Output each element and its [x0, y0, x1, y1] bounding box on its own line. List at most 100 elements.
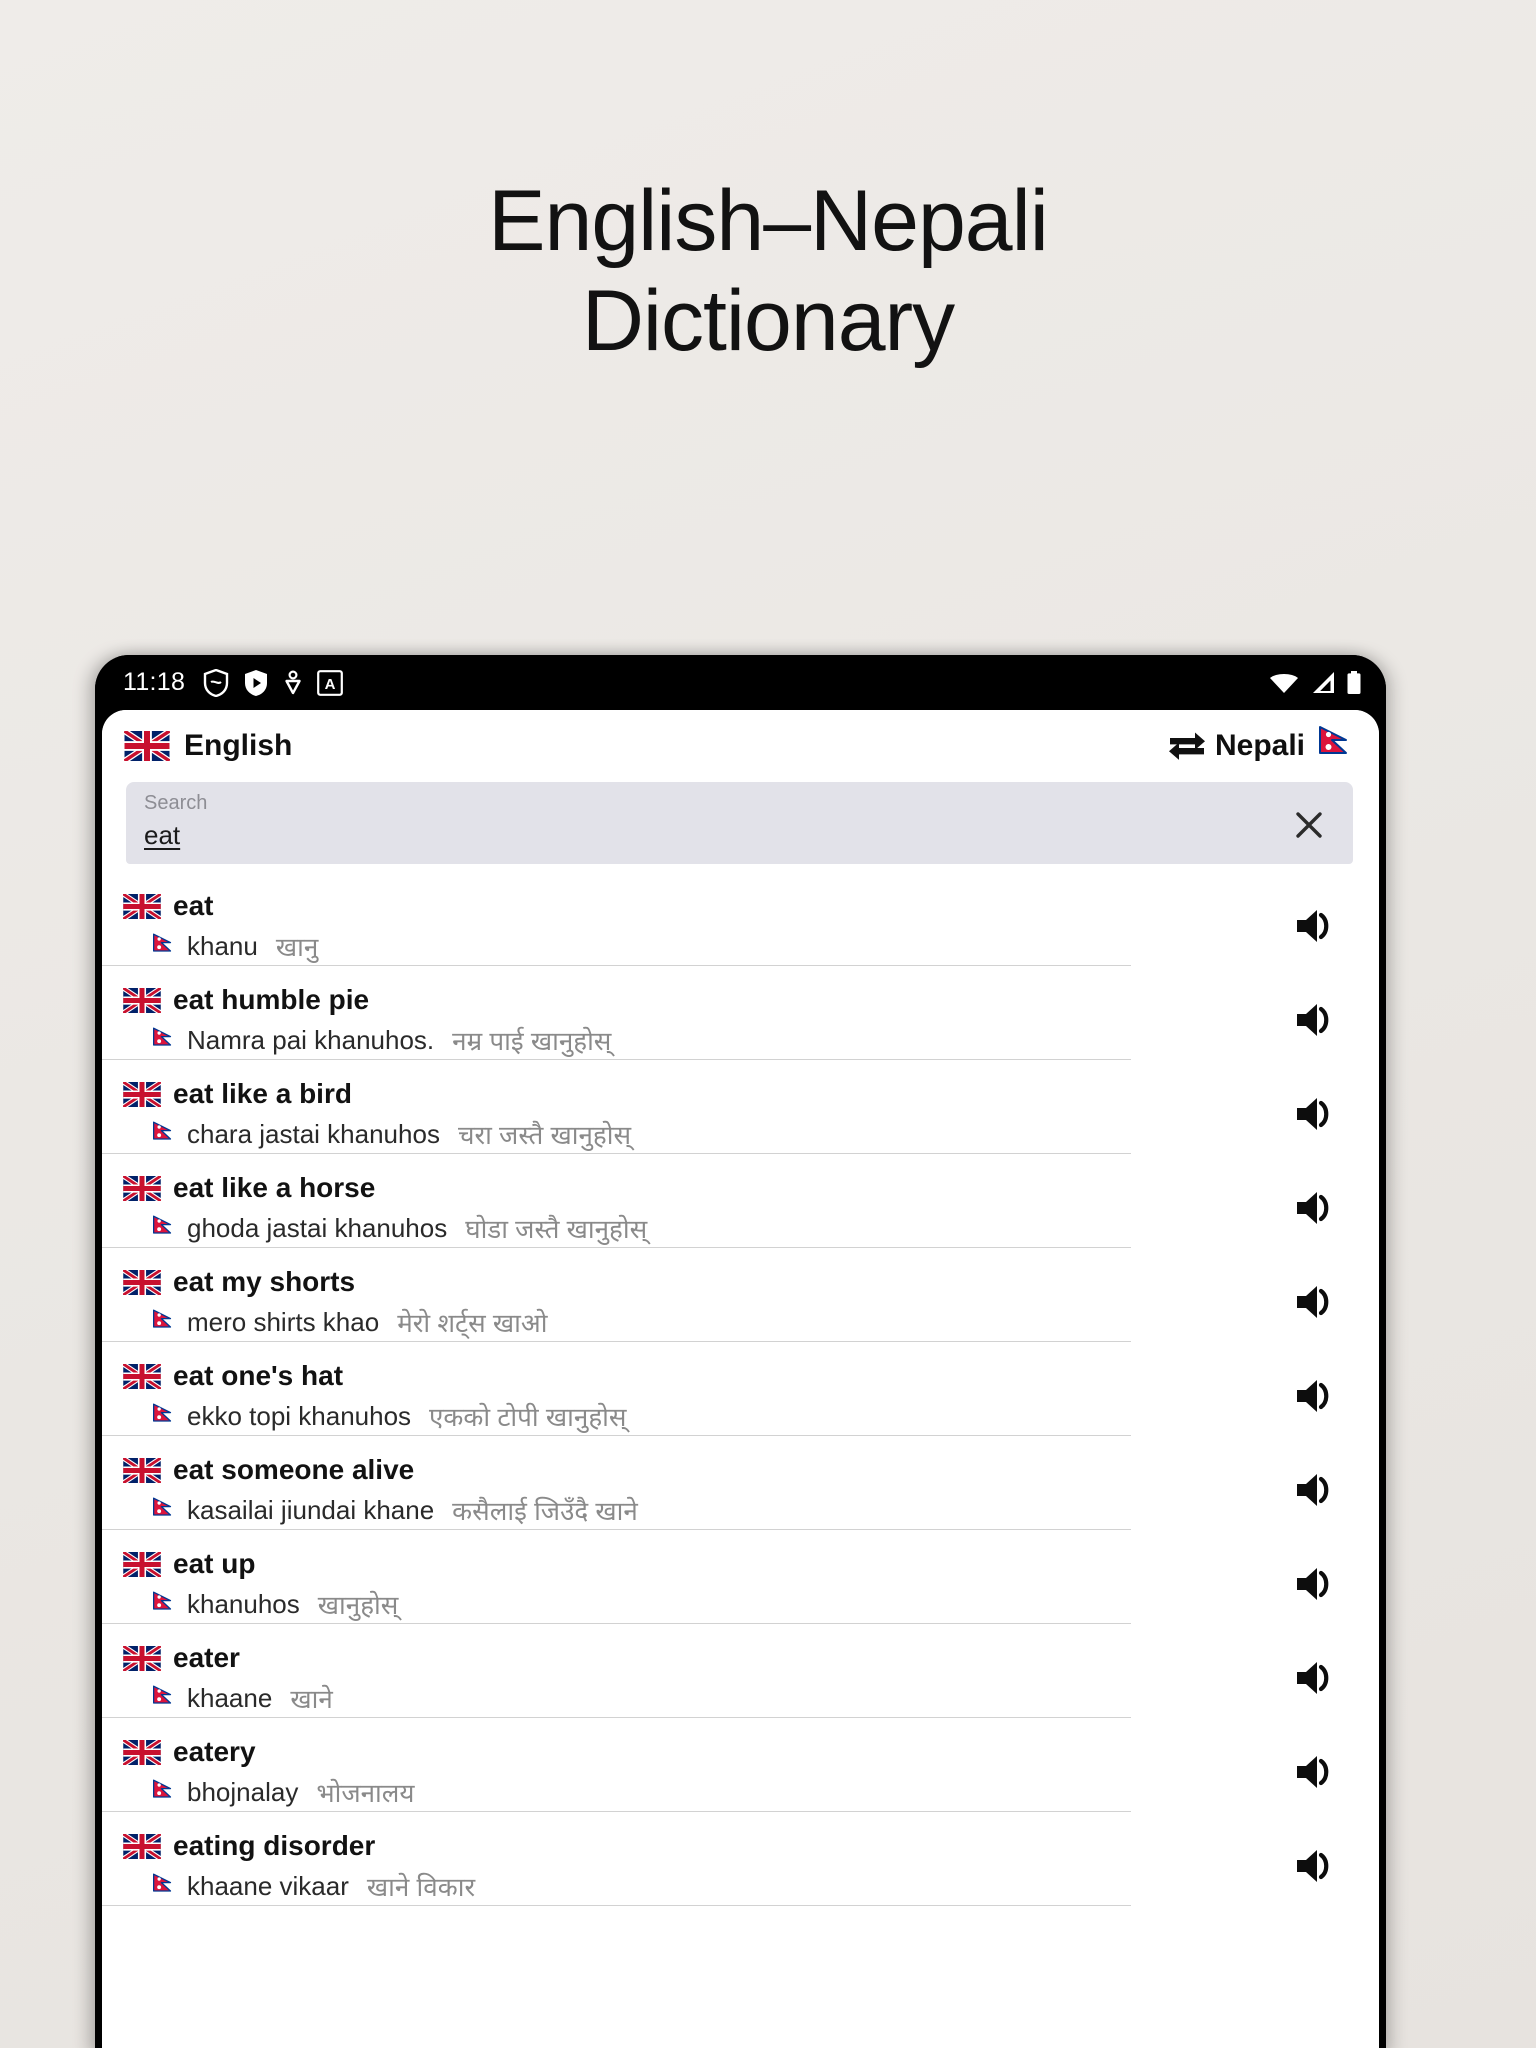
- table-row[interactable]: eat one's hat ekko topi khanuhos एकको टो…: [102, 1350, 1379, 1444]
- search-field[interactable]: Search eat: [126, 782, 1353, 864]
- uk-flag-icon: [124, 731, 170, 761]
- result-row-content: eatery bhojnalay भोजनालय: [102, 1732, 1255, 1812]
- table-row[interactable]: eat someone alive kasailai jiundai khane…: [102, 1444, 1379, 1538]
- result-romanized: khaane vikaar: [187, 1870, 349, 1901]
- table-row[interactable]: eat like a bird chara jastai khanuhos चर…: [102, 1068, 1379, 1162]
- target-language-label: Nepali: [1214, 729, 1305, 762]
- result-translation-line: Namra pai khanuhos. नम्र पाई खानुहोस्: [123, 1020, 1243, 1060]
- result-term: eat up: [173, 1548, 256, 1579]
- result-devanagari: खाने विकार: [366, 1872, 476, 1902]
- wifi-icon: [1270, 673, 1298, 693]
- play-pronunciation-button[interactable]: [1255, 886, 1379, 966]
- uk-flag-icon: [123, 987, 161, 1013]
- table-row[interactable]: eat like a horse ghoda jastai khanuhos घ…: [102, 1162, 1379, 1256]
- uk-flag-icon: [123, 1363, 161, 1389]
- result-devanagari: मेरो शर्ट्स खाओ: [397, 1308, 548, 1338]
- row-divider: [102, 1153, 1131, 1154]
- svg-text:A: A: [325, 676, 336, 693]
- table-row[interactable]: eat humble pie Namra pai khanuhos. नम्र …: [102, 974, 1379, 1068]
- clear-search-button[interactable]: [1283, 799, 1335, 851]
- table-row[interactable]: eatery bhojnalay भोजनालय: [102, 1726, 1379, 1820]
- result-translation-line: mero shirts khao मेरो शर्ट्स खाओ: [123, 1302, 1243, 1342]
- close-icon: [1296, 812, 1322, 838]
- uk-flag-icon: [123, 1645, 161, 1671]
- play-pronunciation-button[interactable]: [1255, 1074, 1379, 1154]
- result-term-line: eatery: [123, 1732, 1243, 1772]
- speaker-icon: [1297, 1756, 1329, 1788]
- play-pronunciation-button[interactable]: [1255, 1544, 1379, 1624]
- search-field-content: Search eat: [144, 791, 1283, 851]
- play-pronunciation-button[interactable]: [1255, 1732, 1379, 1812]
- result-romanized: khanuhos: [187, 1588, 300, 1619]
- row-divider: [102, 1341, 1131, 1342]
- result-row-content: eat someone alive kasailai jiundai khane…: [102, 1450, 1255, 1530]
- cellular-signal-icon: [1313, 671, 1334, 693]
- uk-flag-icon: [123, 1833, 161, 1859]
- result-romanized: khanu: [187, 930, 258, 961]
- result-devanagari: खानु: [275, 932, 319, 962]
- speaker-icon: [1297, 1192, 1329, 1224]
- nepal-flag-icon: [153, 933, 172, 952]
- result-romanized: chara jastai khanuhos: [187, 1118, 440, 1149]
- nepal-flag-icon: [153, 1027, 172, 1046]
- status-bar-notification-icons: A: [203, 668, 344, 697]
- search-input[interactable]: eat: [144, 820, 180, 851]
- play-pronunciation-button[interactable]: [1255, 1638, 1379, 1718]
- result-devanagari: खाने: [290, 1684, 333, 1714]
- result-term-line: eat up: [123, 1544, 1243, 1584]
- speaker-icon: [1297, 1004, 1329, 1036]
- speaker-icon: [1297, 1286, 1329, 1318]
- result-romanized: kasailai jiundai khane: [187, 1494, 435, 1525]
- result-romanized: mero shirts khao: [187, 1306, 380, 1337]
- result-term: eat like a bird: [173, 1078, 352, 1109]
- play-pronunciation-button[interactable]: [1255, 1356, 1379, 1436]
- result-translation-line: khanu खानु: [123, 926, 1243, 966]
- result-translation-line: chara jastai khanuhos चरा जस्तै खानुहोस्: [123, 1114, 1243, 1154]
- uk-flag-icon: [123, 1739, 161, 1765]
- status-bar: 11:18 A: [95, 655, 1386, 710]
- target-language-selector[interactable]: Nepali: [1215, 726, 1353, 766]
- result-devanagari: घोडा जस्तै खानुहोस्: [465, 1214, 648, 1244]
- nepal-flag-icon: [153, 1309, 172, 1328]
- row-divider: [102, 1623, 1131, 1624]
- source-language-label: English: [184, 729, 293, 762]
- search-label: Search: [144, 792, 208, 814]
- result-term: eat: [173, 890, 214, 921]
- result-translation-line: khaane vikaar खाने विकार: [123, 1866, 1243, 1906]
- result-row-content: eat up khanuhos खानुहोस्: [102, 1544, 1255, 1624]
- result-term-line: eat one's hat: [123, 1356, 1243, 1396]
- result-term: eat my shorts: [173, 1266, 356, 1297]
- nepal-flag-icon: [153, 1873, 172, 1892]
- result-row-content: eater khaane खाने: [102, 1638, 1255, 1718]
- heartbeat-icon: [285, 669, 301, 694]
- row-divider: [102, 965, 1131, 966]
- app-screen: English Nepali Search eat eat khanu खानु…: [102, 710, 1379, 2048]
- source-language-selector[interactable]: English: [124, 729, 292, 763]
- result-romanized: ghoda jastai khanuhos: [187, 1212, 448, 1243]
- result-row-content: eat khanu खानु: [102, 886, 1255, 966]
- nepal-flag-icon: [153, 1685, 172, 1704]
- table-row[interactable]: eat my shorts mero shirts khao मेरो शर्ट…: [102, 1256, 1379, 1350]
- table-row[interactable]: eating disorder khaane vikaar खाने विकार: [102, 1820, 1379, 1914]
- table-row[interactable]: eat khanu खानु: [102, 880, 1379, 974]
- table-row[interactable]: eat up khanuhos खानुहोस्: [102, 1538, 1379, 1632]
- result-term: eater: [173, 1642, 240, 1673]
- play-pronunciation-button[interactable]: [1255, 1168, 1379, 1248]
- swap-languages-button[interactable]: [1159, 721, 1215, 771]
- result-translation-line: bhojnalay भोजनालय: [123, 1772, 1243, 1812]
- result-term-line: eat: [123, 886, 1243, 926]
- page-title-line-2: Dictionary: [581, 272, 955, 369]
- nepal-flag-icon: [153, 1497, 172, 1516]
- phone-mockup: 11:18 A English Nepali Search eat eat kh…: [95, 655, 1386, 2048]
- nepal-flag-icon: [153, 1779, 172, 1798]
- nepal-flag-icon: [153, 1403, 172, 1422]
- table-row[interactable]: eater khaane खाने: [102, 1632, 1379, 1726]
- play-pronunciation-button[interactable]: [1255, 980, 1379, 1060]
- result-term: eat humble pie: [173, 984, 370, 1015]
- result-term-line: eater: [123, 1638, 1243, 1678]
- row-divider: [102, 1059, 1131, 1060]
- play-pronunciation-button[interactable]: [1255, 1262, 1379, 1342]
- play-pronunciation-button[interactable]: [1255, 1450, 1379, 1530]
- phone-screen-area: 11:18 A English Nepali Search eat eat kh…: [95, 655, 1386, 2048]
- play-pronunciation-button[interactable]: [1255, 1826, 1379, 1906]
